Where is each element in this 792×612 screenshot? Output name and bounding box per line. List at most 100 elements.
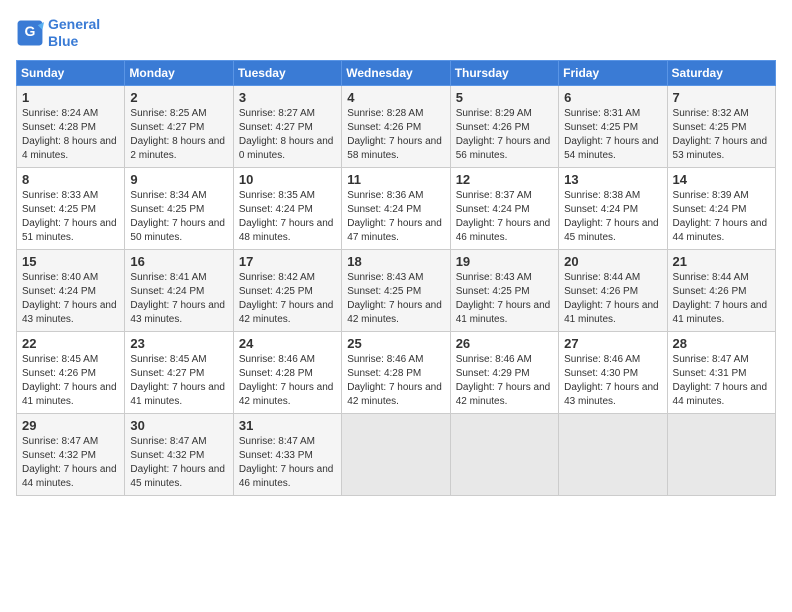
day-number: 25 [347,336,444,351]
day-info: Sunrise: 8:44 AMSunset: 4:26 PMDaylight:… [564,271,661,327]
weekday-header: Monday [125,60,233,85]
calendar-cell: 4 Sunrise: 8:28 AMSunset: 4:26 PMDaylight… [342,85,450,167]
calendar-header: SundayMondayTuesdayWednesdayThursdayFrid… [17,60,776,85]
calendar-cell: 8Sunrise: 8:33 AMSunset: 4:25 PMDaylight… [17,167,125,249]
day-info: Sunrise: 8:47 AMSunset: 4:33 PMDaylight:… [239,435,336,491]
logo: G General Blue [16,16,100,50]
day-info: Sunrise: 8:35 AMSunset: 4:24 PMDaylight:… [239,189,336,245]
day-number: 10 [239,172,336,187]
day-info: Sunrise: 8:45 AMSunset: 4:26 PMDaylight:… [22,353,119,409]
day-info: Sunrise: 8:40 AMSunset: 4:24 PMDaylight:… [22,271,119,327]
calendar-cell: 17 Sunrise: 8:42 AMSunset: 4:25 PMDayligh… [233,249,341,331]
calendar-week-row: 1 Sunrise: 8:24 AMSunset: 4:28 PMDaylight… [17,85,776,167]
header-row: SundayMondayTuesdayWednesdayThursdayFrid… [17,60,776,85]
day-info: Sunrise: 8:34 AMSunset: 4:25 PMDaylight:… [130,189,227,245]
weekday-header: Friday [559,60,667,85]
day-number: 4 [347,90,444,105]
svg-text:G: G [25,23,36,39]
day-number: 11 [347,172,444,187]
calendar-week-row: 29 Sunrise: 8:47 AMSunset: 4:32 PMDayligh… [17,413,776,495]
day-number: 17 [239,254,336,269]
logo-icon: G [16,19,44,47]
day-number: 18 [347,254,444,269]
calendar-cell: 27Sunrise: 8:46 AMSunset: 4:30 PMDayligh… [559,331,667,413]
calendar-cell: 6 Sunrise: 8:31 AMSunset: 4:25 PMDaylight… [559,85,667,167]
day-info: Sunrise: 8:39 AMSunset: 4:24 PMDaylight:… [673,189,770,245]
day-info: Sunrise: 8:37 AMSunset: 4:24 PMDaylight:… [456,189,553,245]
day-number: 7 [673,90,770,105]
day-number: 6 [564,90,661,105]
weekday-header: Saturday [667,60,775,85]
weekday-header: Thursday [450,60,558,85]
calendar-cell: 12 Sunrise: 8:37 AMSunset: 4:24 PMDayligh… [450,167,558,249]
day-info: Sunrise: 8:33 AMSunset: 4:25 PMDaylight:… [22,189,119,245]
day-number: 24 [239,336,336,351]
day-info: Sunrise: 8:42 AMSunset: 4:25 PMDaylight:… [239,271,336,327]
calendar-week-row: 8Sunrise: 8:33 AMSunset: 4:25 PMDaylight… [17,167,776,249]
day-number: 19 [456,254,553,269]
calendar-cell: 18 Sunrise: 8:43 AMSunset: 4:25 PMDayligh… [342,249,450,331]
calendar-cell: 31 Sunrise: 8:47 AMSunset: 4:33 PMDayligh… [233,413,341,495]
day-number: 29 [22,418,119,433]
day-number: 14 [673,172,770,187]
day-info: Sunrise: 8:32 AMSunset: 4:25 PMDaylight:… [673,107,770,163]
day-number: 1 [22,90,119,105]
day-number: 22 [22,336,119,351]
day-info: Sunrise: 8:43 AMSunset: 4:25 PMDaylight:… [456,271,553,327]
calendar-cell: 26Sunrise: 8:46 AMSunset: 4:29 PMDayligh… [450,331,558,413]
day-info: Sunrise: 8:43 AMSunset: 4:25 PMDaylight:… [347,271,444,327]
calendar-cell [667,413,775,495]
day-number: 16 [130,254,227,269]
day-number: 23 [130,336,227,351]
day-number: 3 [239,90,336,105]
day-number: 2 [130,90,227,105]
calendar-body: 1 Sunrise: 8:24 AMSunset: 4:28 PMDaylight… [17,85,776,495]
day-info: Sunrise: 8:25 AMSunset: 4:27 PMDaylight:… [130,107,227,163]
calendar-cell: 29Sunrise: 8:47 AMSunset: 4:32 PMDayligh… [17,413,125,495]
day-number: 30 [130,418,227,433]
day-info: Sunrise: 8:24 AMSunset: 4:28 PMDaylight:… [22,107,119,163]
day-info: Sunrise: 8:46 AMSunset: 4:30 PMDaylight:… [564,353,661,409]
day-number: 21 [673,254,770,269]
day-number: 12 [456,172,553,187]
day-number: 5 [456,90,553,105]
day-info: Sunrise: 8:28 AMSunset: 4:26 PMDaylight:… [347,107,444,163]
weekday-header: Sunday [17,60,125,85]
logo-blue: Blue [48,33,78,49]
day-info: Sunrise: 8:46 AMSunset: 4:28 PMDaylight:… [239,353,336,409]
day-info: Sunrise: 8:31 AMSunset: 4:25 PMDaylight:… [564,107,661,163]
calendar-cell: 10 Sunrise: 8:35 AMSunset: 4:24 PMDayligh… [233,167,341,249]
day-info: Sunrise: 8:47 AMSunset: 4:32 PMDaylight:… [130,435,227,491]
day-number: 28 [673,336,770,351]
calendar-cell [342,413,450,495]
calendar-cell: 23 Sunrise: 8:45 AMSunset: 4:27 PMDayligh… [125,331,233,413]
calendar-table: SundayMondayTuesdayWednesdayThursdayFrid… [16,60,776,496]
day-info: Sunrise: 8:45 AMSunset: 4:27 PMDaylight:… [130,353,227,409]
calendar-cell: 1 Sunrise: 8:24 AMSunset: 4:28 PMDaylight… [17,85,125,167]
day-number: 26 [456,336,553,351]
weekday-header: Wednesday [342,60,450,85]
calendar-cell: 3Sunrise: 8:27 AMSunset: 4:27 PMDaylight… [233,85,341,167]
day-info: Sunrise: 8:46 AMSunset: 4:28 PMDaylight:… [347,353,444,409]
calendar-cell: 25 Sunrise: 8:46 AMSunset: 4:28 PMDayligh… [342,331,450,413]
calendar-cell: 2 Sunrise: 8:25 AMSunset: 4:27 PMDaylight… [125,85,233,167]
day-number: 31 [239,418,336,433]
day-info: Sunrise: 8:41 AMSunset: 4:24 PMDaylight:… [130,271,227,327]
calendar-cell: 21 Sunrise: 8:44 AMSunset: 4:26 PMDayligh… [667,249,775,331]
calendar-cell [559,413,667,495]
page-header: G General Blue [16,16,776,50]
calendar-cell: 30 Sunrise: 8:47 AMSunset: 4:32 PMDayligh… [125,413,233,495]
calendar-cell: 24 Sunrise: 8:46 AMSunset: 4:28 PMDayligh… [233,331,341,413]
day-number: 20 [564,254,661,269]
calendar-cell: 7 Sunrise: 8:32 AMSunset: 4:25 PMDaylight… [667,85,775,167]
day-info: Sunrise: 8:36 AMSunset: 4:24 PMDaylight:… [347,189,444,245]
calendar-cell: 15 Sunrise: 8:40 AMSunset: 4:24 PMDayligh… [17,249,125,331]
day-info: Sunrise: 8:29 AMSunset: 4:26 PMDaylight:… [456,107,553,163]
calendar-cell: 22 Sunrise: 8:45 AMSunset: 4:26 PMDayligh… [17,331,125,413]
day-info: Sunrise: 8:44 AMSunset: 4:26 PMDaylight:… [673,271,770,327]
calendar-cell: 16 Sunrise: 8:41 AMSunset: 4:24 PMDayligh… [125,249,233,331]
calendar-cell: 5 Sunrise: 8:29 AMSunset: 4:26 PMDaylight… [450,85,558,167]
day-number: 13 [564,172,661,187]
calendar-cell: 20 Sunrise: 8:44 AMSunset: 4:26 PMDayligh… [559,249,667,331]
day-number: 15 [22,254,119,269]
